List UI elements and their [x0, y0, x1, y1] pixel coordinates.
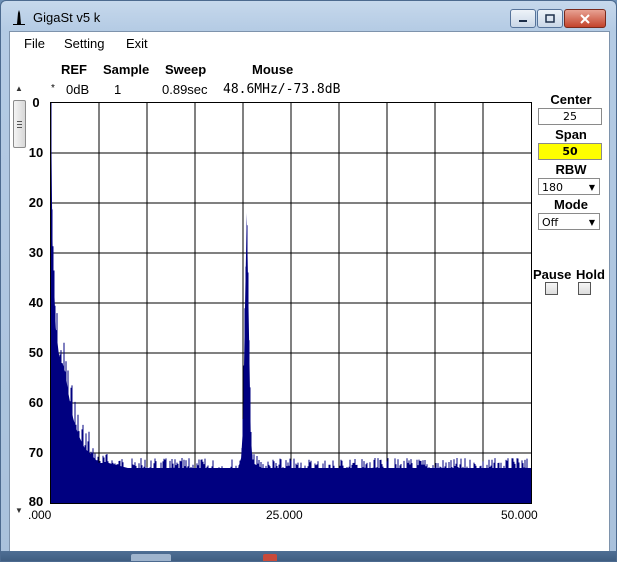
y-tick-label: 80 — [28, 494, 44, 509]
rbw-select[interactable]: 180 ▼ — [538, 178, 600, 195]
menu-exit[interactable]: Exit — [126, 36, 148, 51]
pause-label: Pause — [533, 267, 572, 282]
ref-value: 0dB — [66, 82, 90, 97]
y-tick-label: 40 — [28, 295, 44, 310]
spectrum-chart — [51, 103, 531, 503]
scroll-up-arrow-icon[interactable]: ▲ — [12, 82, 26, 96]
mode-select[interactable]: Off ▼ — [538, 213, 600, 230]
maximize-button[interactable] — [537, 9, 563, 28]
chevron-down-icon: ▼ — [588, 183, 595, 192]
hold-label: Hold — [576, 267, 605, 282]
y-tick-label: 10 — [28, 145, 44, 160]
mode-label: Mode — [554, 197, 588, 212]
mouse-readout: 48.6MHz/-73.8dB — [223, 82, 341, 97]
x-tick-label: .000 — [28, 508, 52, 522]
sample-header: Sample — [103, 62, 150, 77]
pause-checkbox[interactable] — [545, 282, 558, 295]
marker-star: * — [51, 83, 55, 94]
y-tick-label: 70 — [28, 445, 44, 460]
close-button[interactable] — [564, 9, 606, 28]
y-tick-label: 50 — [28, 345, 44, 360]
rbw-value: 180 — [542, 181, 563, 194]
hold-checkbox[interactable] — [578, 282, 591, 295]
menu-file[interactable]: File — [24, 36, 45, 51]
window-title: GigaSt v5 k — [33, 10, 101, 25]
scroll-down-arrow-icon[interactable]: ▼ — [12, 504, 26, 518]
center-label: Center — [550, 92, 592, 107]
x-tick-label: 25.000 — [266, 508, 303, 522]
x-tick-label: 50.000 — [501, 508, 538, 522]
close-icon — [580, 13, 590, 24]
ref-header: REF — [61, 62, 87, 77]
sweep-value: 0.89sec — [162, 82, 208, 97]
y-tick-label: 30 — [28, 245, 44, 260]
client-area: File Setting Exit ▲ ▼ REF Sample Sweep M… — [9, 31, 610, 553]
menu-setting[interactable]: Setting — [64, 36, 104, 51]
sample-value: 1 — [114, 82, 122, 97]
app-window: GigaSt v5 k File Setting Exit ▲ ▼ REF Sa… — [0, 0, 617, 562]
sweep-header: Sweep — [165, 62, 207, 77]
y-tick-label: 20 — [28, 195, 44, 210]
mouse-header: Mouse — [252, 62, 294, 77]
scroll-thumb[interactable] — [13, 100, 26, 148]
minimize-button[interactable] — [510, 9, 536, 28]
span-label: Span — [555, 127, 587, 142]
y-tick-label: 60 — [28, 395, 44, 410]
rbw-label: RBW — [555, 162, 587, 177]
y-tick-label: 0 — [32, 95, 40, 110]
menu-bar: File Setting Exit — [10, 32, 609, 55]
mode-value: Off — [542, 216, 559, 229]
window-controls — [510, 9, 606, 28]
taskbar — [1, 551, 616, 561]
chevron-down-icon: ▼ — [588, 218, 595, 227]
span-input[interactable]: 50 — [538, 143, 602, 160]
taskbar-item[interactable] — [131, 554, 171, 561]
spectrum-plot[interactable] — [50, 102, 532, 504]
center-input[interactable]: 25 — [538, 108, 602, 125]
minimize-icon — [519, 19, 527, 22]
maximize-icon — [545, 14, 555, 23]
title-bar[interactable]: GigaSt v5 k — [1, 1, 616, 31]
vertical-scrollbar[interactable]: ▲ ▼ — [12, 82, 26, 522]
taskbar-item[interactable] — [263, 554, 277, 561]
app-icon — [13, 10, 25, 25]
